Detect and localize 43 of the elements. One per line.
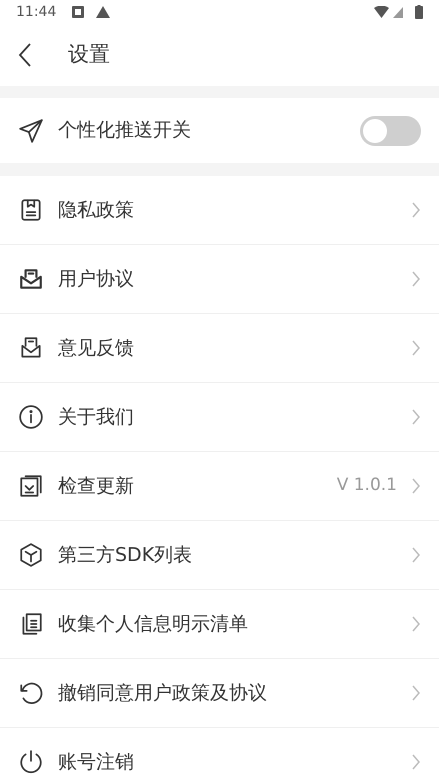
status-time: 11:44 xyxy=(16,2,56,22)
settings-row[interactable]: 关于我们 xyxy=(0,383,439,452)
chevron-right-icon xyxy=(411,339,421,357)
chevron-right-icon xyxy=(411,408,421,426)
power-icon xyxy=(18,749,44,775)
chevron-right-icon xyxy=(411,270,421,288)
signal-icon xyxy=(393,6,403,18)
chevron-right-icon xyxy=(411,684,421,702)
settings-row[interactable]: 意见反馈 xyxy=(0,314,439,383)
info-icon xyxy=(18,404,44,430)
undo-icon xyxy=(18,680,44,706)
cube-icon xyxy=(18,542,44,568)
wifi-icon xyxy=(374,6,389,18)
chevron-right-icon xyxy=(411,201,421,219)
settings-row[interactable]: 隐私政策 xyxy=(0,176,439,245)
settings-row[interactable]: 用户协议 xyxy=(0,245,439,314)
row-label: 意见反馈 xyxy=(58,336,135,361)
row-label: 收集个人信息明示清单 xyxy=(58,612,249,637)
row-label: 撤销同意用户政策及协议 xyxy=(58,680,268,706)
row-label: 账号注销 xyxy=(58,750,135,775)
version-text: V 1.0.1 xyxy=(336,474,397,498)
settings-row[interactable]: 收集个人信息明示清单 xyxy=(0,590,439,659)
row-label: 用户协议 xyxy=(58,266,135,292)
row-label: 第三方SDK列表 xyxy=(58,542,194,568)
battery-icon xyxy=(415,5,423,19)
page-title: 设置 xyxy=(68,41,110,68)
settings-row[interactable]: 第三方SDK列表 xyxy=(0,521,439,590)
chevron-right-icon xyxy=(411,753,421,771)
warning-icon xyxy=(96,6,110,18)
row-label: 检查更新 xyxy=(58,474,135,499)
notification-icon xyxy=(72,6,84,18)
chevron-right-icon xyxy=(411,615,421,633)
send-icon xyxy=(18,118,44,144)
settings-row[interactable]: 检查更新 V 1.0.1 xyxy=(0,452,439,521)
row-label: 关于我们 xyxy=(58,404,135,430)
settings-row[interactable]: 撤销同意用户政策及协议 xyxy=(0,659,439,728)
chevron-right-icon xyxy=(411,546,421,564)
settings-row[interactable]: 账号注销 xyxy=(0,728,439,782)
toggle-label: 个性化推送开关 xyxy=(58,118,192,144)
push-switch[interactable] xyxy=(360,116,421,146)
download-icon xyxy=(18,473,44,499)
row-label: 隐私政策 xyxy=(58,198,135,223)
chevron-right-icon xyxy=(411,477,421,495)
